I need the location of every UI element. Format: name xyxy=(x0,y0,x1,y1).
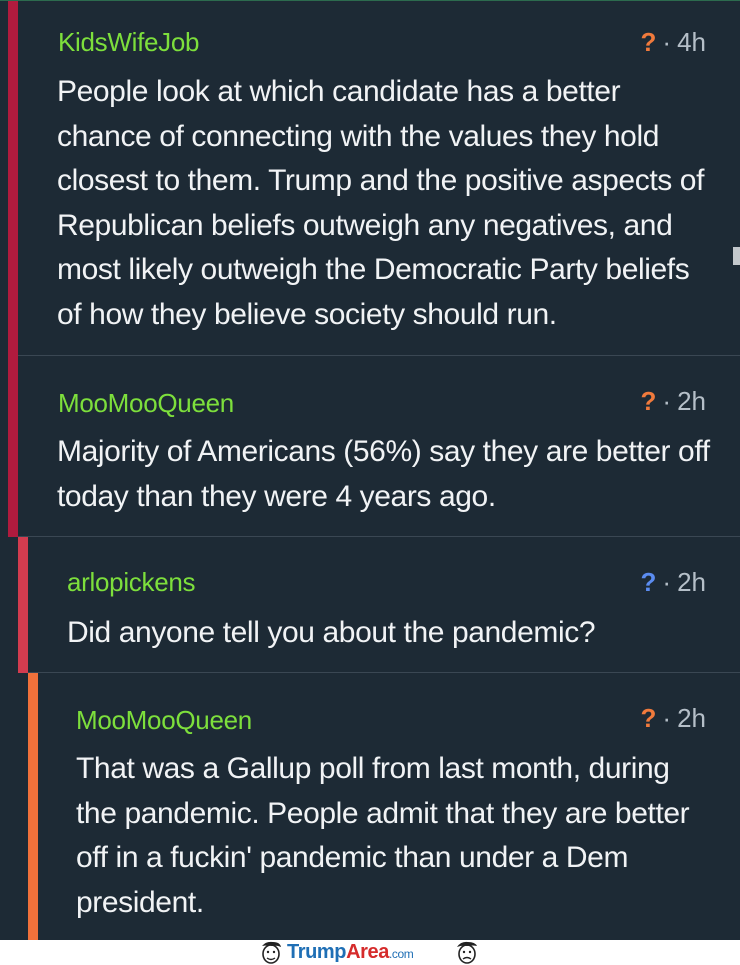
comment-meta: ? · 2h xyxy=(641,386,706,417)
caricature-face-icon xyxy=(262,941,281,964)
separator-dot: · xyxy=(662,567,672,597)
comment-time: 2h xyxy=(677,386,706,416)
scrollbar-thumb[interactable] xyxy=(733,247,740,265)
unknown-vote-icon[interactable]: ? xyxy=(641,567,657,597)
thread-depth-bar xyxy=(8,1,18,356)
comment-body: People look at which candidate has a bet… xyxy=(57,75,705,331)
comment-username[interactable]: MooMooQueen xyxy=(76,705,252,736)
watermark-area: Area xyxy=(346,941,389,963)
comment-thread: KidsWifeJob ? · 4h People look at which ca… xyxy=(0,0,740,940)
comment-2: MooMooQueen ? · 2h Majority of Americans (… xyxy=(8,356,740,537)
comment-3: arlopickens ? · 2h Did anyone tell you abo… xyxy=(18,537,740,673)
thread-depth-bar xyxy=(8,356,18,537)
comment-4: MooMooQueen ? · 2h That was a Gallup poll … xyxy=(28,673,740,940)
separator-dot: · xyxy=(662,386,672,416)
unknown-vote-icon[interactable]: ? xyxy=(641,703,657,733)
unknown-vote-icon[interactable]: ? xyxy=(641,27,657,57)
separator-dot: · xyxy=(662,27,672,57)
comment-username[interactable]: KidsWifeJob xyxy=(58,27,200,58)
watermark-dotcom: .com xyxy=(389,947,414,961)
thread-depth-bar xyxy=(28,673,38,940)
watermark-trump: Trump xyxy=(287,941,347,963)
comment-body: Majority of Americans (56%) say they are… xyxy=(57,435,710,513)
comment-body: Did anyone tell you about the pandemic? xyxy=(67,616,596,649)
comment-username[interactable]: MooMooQueen xyxy=(58,388,234,419)
comment-username[interactable]: arlopickens xyxy=(67,567,196,598)
thread-depth-bar xyxy=(18,537,28,673)
watermark-footer: TrumpArea.com xyxy=(0,940,740,965)
watermark-logo: TrumpArea.com xyxy=(287,941,414,964)
comment-meta: ? · 2h xyxy=(641,703,706,734)
comment-time: 2h xyxy=(677,567,706,597)
comment-time: 4h xyxy=(677,27,706,57)
comment-1: KidsWifeJob ? · 4h People look at which ca… xyxy=(8,1,740,356)
caricature-face-icon xyxy=(457,941,477,964)
separator-dot: · xyxy=(662,703,672,733)
comment-body: That was a Gallup poll from last month, … xyxy=(76,752,690,919)
unknown-vote-icon[interactable]: ? xyxy=(641,386,657,416)
comment-meta: ? · 2h xyxy=(641,567,706,598)
comment-meta: ? · 4h xyxy=(641,27,706,58)
comment-time: 2h xyxy=(677,703,706,733)
